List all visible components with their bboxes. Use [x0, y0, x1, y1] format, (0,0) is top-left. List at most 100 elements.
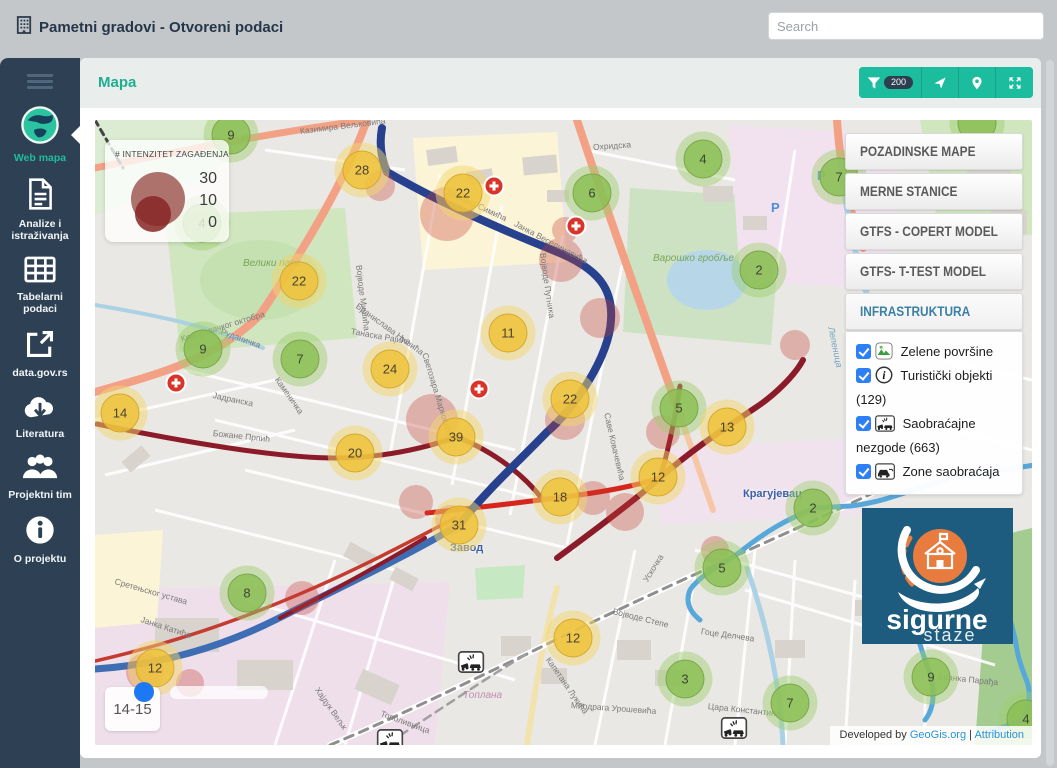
cluster-marker-green[interactable]: 7: [771, 684, 810, 723]
sidebar-item-literatura[interactable]: Literatura: [0, 386, 80, 447]
cluster-marker-green[interactable]: 8: [228, 574, 267, 613]
cluster-marker-yellow[interactable]: 22: [280, 262, 319, 301]
layer-list: Zelene površinei Turistički objekti (129…: [845, 331, 1023, 495]
cluster-marker-green[interactable]: 5: [660, 389, 699, 428]
cluster-marker-green[interactable]: 9: [912, 658, 951, 697]
fullscreen-button[interactable]: [996, 67, 1033, 98]
menu-toggle-icon[interactable]: [27, 74, 53, 89]
tourist-info-icon: i: [875, 366, 893, 384]
cluster-marker-green[interactable]: 2: [794, 489, 833, 528]
layer-label: Saobraćajne nezgode (663): [856, 416, 976, 455]
sidebar-item-label: O projektu: [2, 553, 78, 566]
cluster-marker-yellow[interactable]: 11: [489, 314, 528, 353]
sidebar-item-analize[interactable]: Analize i istraživanja: [0, 171, 80, 249]
cloud-download-icon: [22, 393, 58, 420]
accident-zone-marker[interactable]: [377, 729, 404, 745]
sidebar-item-projektni-tim[interactable]: Projektni tim: [0, 446, 80, 508]
panel-section-gtfs-copert-model[interactable]: GTFS - COPERT MODEL: [845, 213, 1023, 250]
top-bar: Pametni gradovi - Otvoreni podaci: [0, 0, 1057, 58]
sidebar-item-o-projektu[interactable]: O projektu: [0, 508, 80, 572]
panel-section-pozadinske-mape[interactable]: POZADINSKE MAPE: [845, 133, 1023, 170]
medical-marker[interactable]: [469, 379, 490, 400]
layer-checkbox[interactable]: [856, 464, 871, 479]
cluster-marker-green[interactable]: 3: [666, 660, 705, 699]
cluster-marker-green[interactable]: 7: [281, 340, 320, 379]
locate-button[interactable]: [922, 67, 959, 98]
sidebar-item-label: Analize i istraživanja: [2, 218, 78, 243]
layer-row-turisti-ki-objekti-129: i Turistički objekti (129): [856, 364, 1014, 412]
locate-icon: [933, 76, 947, 90]
panel-section-gtfs-t-test-model[interactable]: GTFS- T-TEST MODEL: [845, 253, 1023, 290]
layer-checkbox[interactable]: [856, 344, 871, 359]
legend-circle-inner: [135, 196, 171, 232]
expand-icon: [1008, 76, 1022, 90]
cluster-marker-yellow[interactable]: 18: [541, 478, 580, 517]
sidebar-item-web-mapa[interactable]: Web mapa: [0, 99, 80, 171]
document-icon: [27, 178, 54, 210]
panel-section-label: INFRASTRUKTURA: [860, 304, 970, 319]
map-canvas[interactable]: Казимира ВељковићаОхридскаВелики паркВар…: [95, 120, 1032, 745]
attribution-prefix: Developed by: [840, 729, 910, 741]
sidebar: Web mapa Analize i istraživanja Tabelarni …: [0, 58, 80, 768]
basemap-button[interactable]: [959, 67, 996, 98]
zoom-slider-handle[interactable]: [134, 682, 154, 702]
sidebar-item-label: Projektni tim: [2, 489, 78, 502]
sidebar-item-tabelarni-podaci[interactable]: Tabelarni podaci: [0, 249, 80, 322]
cluster-marker-yellow[interactable]: 24: [371, 350, 410, 389]
attribution-link[interactable]: Attribution: [974, 729, 1024, 741]
layer-row-zone-saobra-aja: Zone saobraćaja: [856, 460, 1014, 484]
legend-values: 30100: [199, 168, 217, 234]
traffic-zone-icon: [875, 463, 895, 480]
cluster-marker-green[interactable]: 4: [684, 140, 723, 179]
sidebar-item-label: data.gov.rs: [2, 367, 78, 380]
cluster-marker-yellow[interactable]: 22: [444, 174, 483, 213]
cluster-marker-green[interactable]: 6: [573, 174, 612, 213]
cluster-marker-yellow[interactable]: 39: [437, 418, 476, 457]
panel-section-label: MERNE STANICE: [860, 184, 957, 199]
cluster-marker-yellow[interactable]: 14: [101, 394, 140, 433]
page-title: Mapa: [98, 74, 136, 91]
page-scrollbar[interactable]: [1046, 60, 1054, 766]
cluster-marker-yellow[interactable]: 31: [440, 506, 479, 545]
medical-marker[interactable]: [566, 216, 587, 237]
page: Pametni gradovi - Otvoreni podaci Mapa 2…: [0, 0, 1057, 768]
filter-count-badge: 200: [884, 76, 913, 89]
medical-marker[interactable]: [166, 373, 187, 394]
cluster-marker-green[interactable]: 2: [740, 251, 779, 290]
cluster-marker-yellow[interactable]: 13: [708, 408, 747, 447]
sidebar-item-data-gov-rs[interactable]: data.gov.rs: [0, 322, 80, 386]
layer-checkbox[interactable]: [856, 368, 871, 383]
geogis-link[interactable]: GeoGis.org: [910, 729, 966, 741]
globe-icon: [21, 106, 59, 144]
green-areas-icon: [875, 342, 893, 360]
cluster-marker-yellow[interactable]: 20: [336, 434, 375, 473]
accident-zone-marker[interactable]: [721, 717, 748, 739]
sidebar-items: Web mapa Analize i istraživanja Tabelarni …: [0, 99, 80, 571]
building-icon: [16, 16, 32, 38]
cluster-marker-green[interactable]: 9: [184, 330, 223, 369]
map-place-label: Топлана: [463, 690, 502, 701]
layer-checkbox[interactable]: [856, 416, 871, 431]
map-attribution: Developed by GeoGis.org | Attribution: [830, 726, 1032, 745]
cluster-marker-yellow[interactable]: 12: [639, 458, 678, 497]
panel-section-merne-stanice[interactable]: MERNE STANICE: [845, 173, 1023, 210]
active-item-notch: [71, 126, 80, 144]
cluster-marker-yellow[interactable]: 12: [554, 619, 593, 658]
pollution-legend: # INTENZITET ZAGAĐENJA 30100: [105, 140, 229, 242]
filter-button[interactable]: 200: [859, 67, 922, 98]
info-icon: [25, 515, 55, 545]
search-input[interactable]: [768, 12, 1044, 40]
medical-marker[interactable]: [484, 176, 505, 197]
cluster-marker-yellow[interactable]: 22: [551, 380, 590, 419]
logo-line2: staze: [923, 625, 976, 644]
layers-panel: POZADINSKE MAPE MERNE STANICE GTFS - COPER…: [845, 133, 1023, 495]
team-icon: [22, 453, 59, 481]
cluster-marker-green[interactable]: 5: [703, 549, 742, 588]
app-title-text: Pametni gradovi - Otvoreni podaci: [39, 19, 283, 36]
map-toolbar: 200: [859, 67, 1033, 98]
cluster-marker-yellow[interactable]: 28: [343, 151, 382, 190]
accident-zone-marker[interactable]: [458, 651, 485, 673]
panel-section-infrastruktura[interactable]: INFRASTRUKTURA: [845, 293, 1023, 330]
zoom-slider[interactable]: [170, 686, 268, 699]
layer-label: Zone saobraćaja: [899, 464, 999, 479]
